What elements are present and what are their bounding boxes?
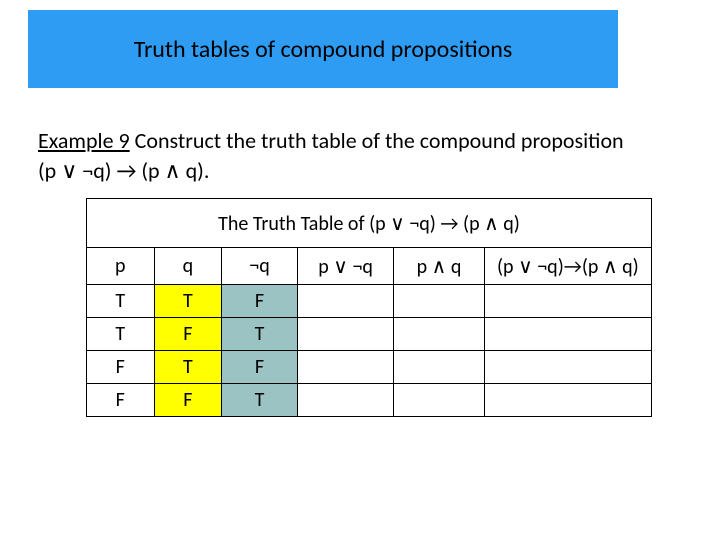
col-header-not-q: ¬q — [222, 248, 298, 285]
cell — [484, 318, 651, 351]
col-header-q: q — [154, 248, 222, 285]
cell: F — [87, 384, 155, 417]
cell — [297, 285, 393, 318]
cell: T — [222, 318, 298, 351]
cell — [484, 351, 651, 384]
cell — [394, 285, 484, 318]
cell — [394, 351, 484, 384]
cell: F — [222, 351, 298, 384]
cell — [297, 351, 393, 384]
cell: T — [87, 318, 155, 351]
cell: F — [222, 285, 298, 318]
cell — [484, 384, 651, 417]
col-header-p-or-nq: p ∨ ¬q — [297, 248, 393, 285]
cell: T — [154, 351, 222, 384]
col-header-result: (p ∨ ¬q)→(p ∧ q) — [484, 248, 651, 285]
cell: T — [87, 285, 155, 318]
table-row: F T F — [87, 351, 652, 384]
col-header-p-and-q: p ∧ q — [394, 248, 484, 285]
cell: F — [154, 384, 222, 417]
table-row: T F T — [87, 318, 652, 351]
col-header-p: p — [87, 248, 155, 285]
cell — [394, 318, 484, 351]
cell — [394, 384, 484, 417]
cell: T — [222, 384, 298, 417]
truth-table: The Truth Table of (p ∨ ¬q) → (p ∧ q) p … — [86, 198, 652, 417]
cell: F — [154, 318, 222, 351]
cell: T — [154, 285, 222, 318]
cell — [297, 384, 393, 417]
cell — [484, 285, 651, 318]
table-row: F F T — [87, 384, 652, 417]
slide-title: Truth tables of compound propositions — [134, 35, 513, 64]
example-label: Example 9 — [38, 127, 130, 154]
table-row: T T F — [87, 285, 652, 318]
slide-title-bar: Truth tables of compound propositions — [28, 10, 618, 88]
cell: F — [87, 351, 155, 384]
table-caption: The Truth Table of (p ∨ ¬q) → (p ∧ q) — [87, 199, 652, 248]
example-text: Example 9 Construct the truth table of t… — [38, 126, 638, 185]
cell — [297, 318, 393, 351]
